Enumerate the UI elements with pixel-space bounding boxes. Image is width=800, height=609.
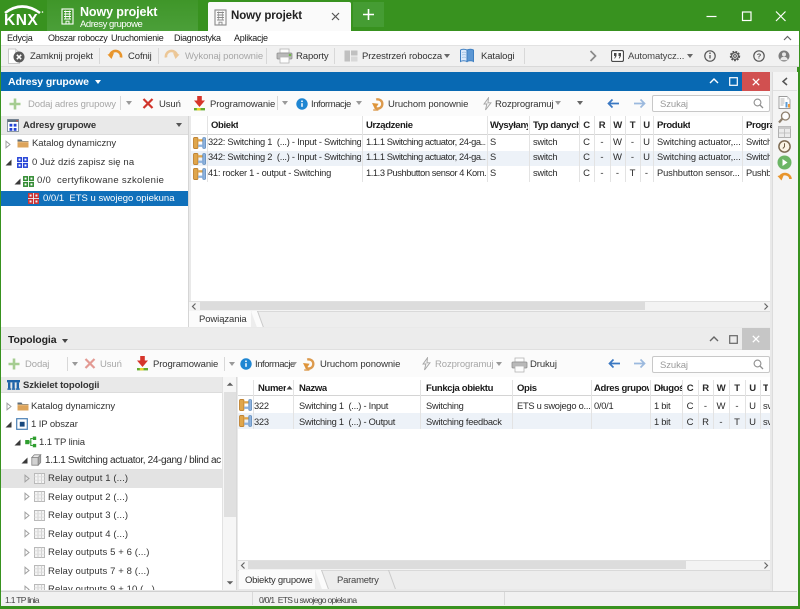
svg-text:?: ? bbox=[757, 52, 762, 61]
svg-text:KNX: KNX bbox=[4, 12, 38, 29]
